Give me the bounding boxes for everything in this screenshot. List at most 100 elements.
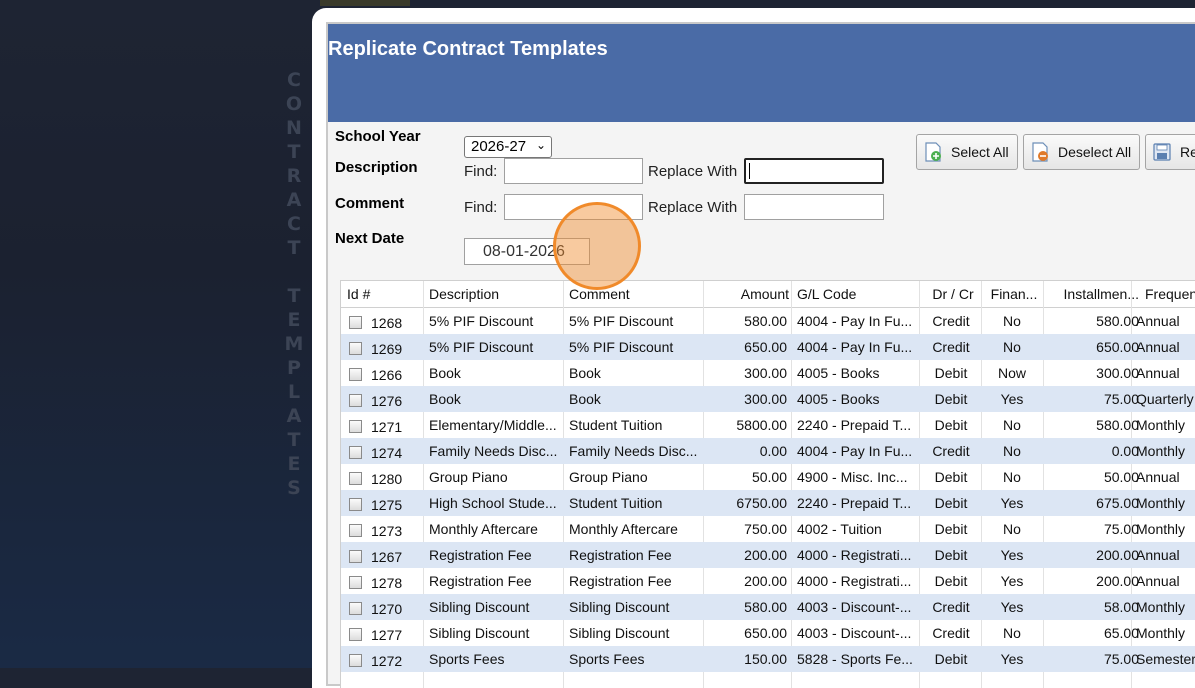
replicate-label: Re [1180,144,1195,160]
comment-replace-input[interactable] [744,194,884,220]
table-cell: 4000 - Registrati... [797,547,912,563]
table-cell: Debit [934,573,968,589]
row-checkbox[interactable] [349,498,362,511]
comment-replace-label: Replace With [648,199,738,216]
table-cell: 300.00 [744,365,787,381]
side-title-letter [283,260,305,284]
table-cell: Quarterly [1136,391,1194,407]
table-cell: 1272 [371,653,403,669]
table-cell: 0.00 [759,443,787,459]
school-year-select[interactable]: 2026-27 ⌄ [464,136,552,158]
text-cursor [749,163,750,179]
table-row[interactable]: 1280 Group Piano Group Piano 50.00 4900 - Mi… [341,464,1195,490]
table-row[interactable]: 1267 Registration Fee Registration Fee 200.… [341,542,1195,568]
table-cell: 150.00 [744,651,787,667]
school-year-label: School Year [335,128,421,145]
table-cell: 58.00 [1103,599,1139,615]
table-cell: Credit [932,599,970,615]
row-checkbox[interactable] [349,654,362,667]
table-cell: 200.00 [1096,547,1139,563]
table-cell: 1273 [371,523,403,539]
replicate-button[interactable]: Re [1145,134,1195,170]
column-header[interactable]: Description [429,286,559,302]
column-header[interactable]: Amount [705,286,789,302]
table-row[interactable]: 1278 Registration Fee Registration Fee 200.… [341,568,1195,594]
table-cell: Monthly [1136,443,1186,459]
side-title-letter: C [287,69,301,91]
row-checkbox[interactable] [349,446,362,459]
row-checkbox[interactable] [349,368,362,381]
row-checkbox[interactable] [349,420,362,433]
table-cell: 300.00 [1096,365,1139,381]
select-all-button[interactable]: Select All [916,134,1018,170]
row-checkbox[interactable] [349,602,362,615]
table-cell: Book [569,365,601,381]
deselect-all-button[interactable]: Deselect All [1023,134,1140,170]
table-row[interactable]: 1266 Book Book 300.00 4005 - Books Debit Now 30… [341,360,1195,386]
table-cell: 1275 [371,497,403,513]
row-checkbox[interactable] [349,550,362,563]
table-row[interactable]: 1274 Family Needs Disc... Family Needs Dis… [341,438,1195,464]
column-header[interactable]: Id # [347,286,417,302]
table-row[interactable]: 1272 Sports Fees Sports Fees 150.00 5828 - S… [341,646,1195,672]
select-all-icon [925,142,941,162]
row-checkbox[interactable] [349,394,362,407]
column-header[interactable]: Dr / Cr [925,286,981,302]
table-row[interactable]: 1277 Sibling Discount Sibling Discount 650.… [341,620,1195,646]
column-header[interactable]: Finan... [987,286,1041,302]
table-cell: Book [429,365,461,381]
table-cell: 1266 [371,367,403,383]
table-cell: 580.00 [744,599,787,615]
table-cell: 200.00 [744,547,787,563]
row-checkbox[interactable] [349,524,362,537]
row-checkbox[interactable] [349,472,362,485]
table-cell: Monthly [1136,625,1186,641]
deselect-all-icon [1032,142,1048,162]
row-checkbox[interactable] [349,316,362,329]
table-cell: Sibling Discount [429,625,530,641]
row-checkbox[interactable] [349,628,362,641]
table-header: Id # Description Comment Amount G/L Code Dr /… [341,281,1195,308]
table-row[interactable]: 1276 Book Book 300.00 4005 - Books Debit Yes 75… [341,386,1195,412]
side-title-letter: P [287,357,301,379]
description-find-label: Find: [464,163,498,180]
table-cell: 5800.00 [736,417,787,433]
table-row[interactable]: 1271 Elementary/Middle... Student Tuition 5… [341,412,1195,438]
vertical-section-title: CONTRACT TEMPLATES [283,68,305,500]
description-find-input[interactable] [504,158,643,184]
table-cell: Sibling Discount [569,599,670,615]
table-row[interactable]: 1269 5% PIF Discount 5% PIF Discount 650.00… [341,334,1195,360]
table-row[interactable]: 1275 High School Stude... Student Tuition 6… [341,490,1195,516]
table-cell: 1270 [371,601,403,617]
table-cell: 65.00 [1103,625,1139,641]
table-row[interactable]: 1268 5% PIF Discount 5% PIF Discount 580.00… [341,308,1195,334]
table-cell: Student Tuition [569,495,663,511]
table-cell: Yes [1000,599,1024,615]
table-cell: Yes [1000,547,1024,563]
description-replace-label: Replace With [648,163,738,180]
table-cell: Family Needs Disc... [569,443,698,459]
table-cell: 750.00 [744,521,787,537]
row-checkbox[interactable] [349,576,362,589]
table-cell: Debit [934,495,968,511]
table-cell: 4003 - Discount-... [797,599,912,615]
description-replace-input[interactable] [744,158,884,184]
table-cell: Debit [934,547,968,563]
side-title-letter: C [287,213,301,235]
table-cell: 1268 [371,315,403,331]
table-cell: Monthly Aftercare [569,521,678,537]
row-checkbox[interactable] [349,342,362,355]
table-cell: Credit [932,339,970,355]
table-row[interactable]: 1270 Sibling Discount Sibling Discount 580.… [341,594,1195,620]
table-row[interactable]: 1273 Monthly Aftercare Monthly Aftercare 75… [341,516,1195,542]
table-cell: Registration Fee [569,547,672,563]
side-title-letter: T [287,285,301,307]
table-cell: 2240 - Prepaid T... [797,417,912,433]
column-header[interactable]: Installmen... [1049,286,1139,302]
side-title-letter: E [287,453,301,475]
column-header[interactable]: Frequen... [1145,286,1195,302]
table-cell: Debit [934,469,968,485]
column-header[interactable]: G/L Code [797,286,917,302]
table-cell: 580.00 [1096,313,1139,329]
table-cell: 650.00 [744,625,787,641]
